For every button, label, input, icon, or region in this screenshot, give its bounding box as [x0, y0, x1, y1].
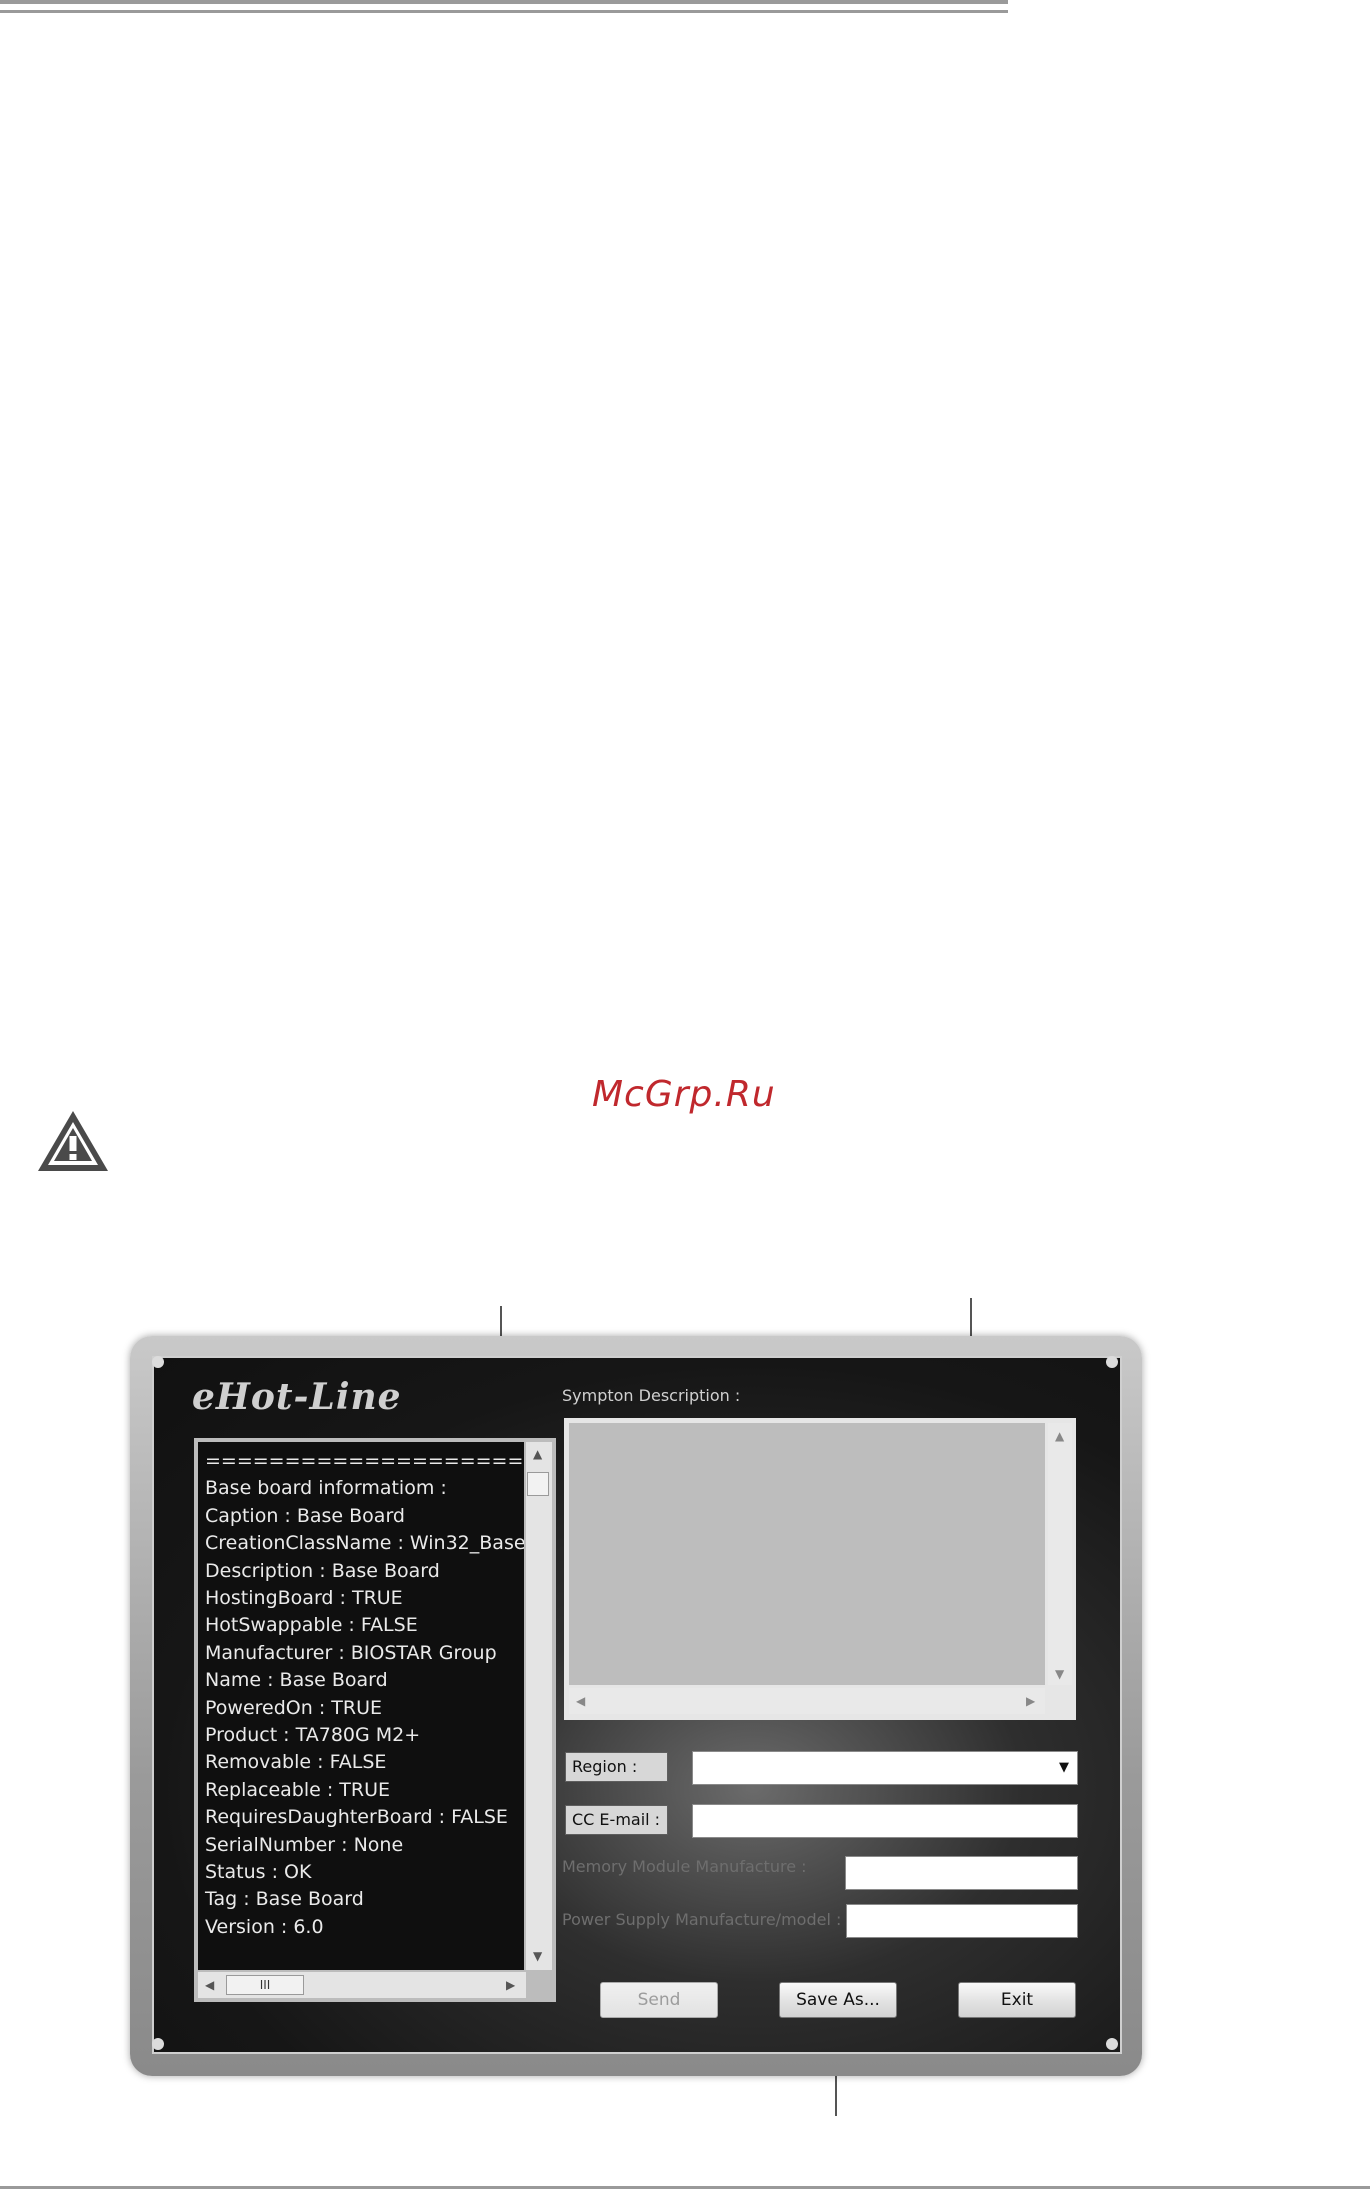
symptom-scroll-up-icon[interactable]: ▲: [1055, 1430, 1064, 1442]
send-button[interactable]: Send: [600, 1982, 718, 2018]
app-title: eHot-Line: [192, 1376, 402, 1418]
corner-screw-bl: [152, 2038, 164, 2050]
symptom-textarea[interactable]: [569, 1423, 1045, 1685]
scroll-right-icon[interactable]: ▶: [506, 1979, 515, 1991]
corner-screw-tr: [1106, 1356, 1118, 1368]
top-rule-thin: [0, 10, 1008, 13]
watermark: McGrp.Ru: [592, 1074, 776, 1115]
system-info-textbox[interactable]: ====================== Base board informa…: [198, 1442, 524, 1970]
save-as-button[interactable]: Save As...: [779, 1982, 897, 2018]
system-info-vscroll-thumb[interactable]: [527, 1472, 549, 1496]
system-info-vscroll[interactable]: [526, 1442, 552, 1970]
symptom-scroll-right-icon[interactable]: ▶: [1026, 1695, 1035, 1707]
system-info-line: CreationClassName : Win32_BaseB: [205, 1532, 524, 1555]
symptom-scroll-down-icon[interactable]: ▼: [1055, 1668, 1064, 1680]
system-info-line: Manufacturer : BIOSTAR Group: [205, 1641, 497, 1664]
scroll-left-icon[interactable]: ◀: [205, 1979, 214, 1991]
system-info-line: Removable : FALSE: [205, 1751, 387, 1774]
system-info-line: RequiresDaughterBoard : FALSE: [205, 1806, 508, 1829]
chevron-down-icon[interactable]: ▼: [1059, 1760, 1069, 1775]
system-info-line: HostingBoard : TRUE: [205, 1587, 403, 1609]
warning-triangle-icon: [38, 1111, 108, 1171]
system-info-line: HotSwappable : FALSE: [205, 1614, 418, 1637]
system-info-line: Product : TA780G M2+: [205, 1724, 421, 1746]
region-label: Region :: [565, 1752, 668, 1782]
system-info-line: Description : Base Board: [205, 1559, 440, 1582]
system-info-line: Base board informatiom :: [205, 1477, 447, 1500]
system-info-hscroll-thumb[interactable]: III: [226, 1975, 304, 1995]
system-info-line: Tag : Base Board: [205, 1888, 364, 1911]
cc-email-input[interactable]: [692, 1804, 1078, 1838]
power-supply-label: Power Supply Manufacture/model :: [562, 1910, 842, 1929]
system-info-line: Name : Base Board: [205, 1669, 388, 1692]
symptom-hscroll[interactable]: [569, 1688, 1045, 1714]
scroll-down-icon[interactable]: ▼: [533, 1950, 542, 1962]
top-rule-thick: [0, 0, 1008, 4]
system-info-line: Version : 6.0: [205, 1915, 324, 1938]
memory-manufacture-label: Memory Module Manufacture :: [562, 1857, 807, 1876]
corner-screw-tl: [152, 1356, 164, 1368]
corner-screw-br: [1106, 2038, 1118, 2050]
bottom-rule: [0, 2186, 1370, 2189]
system-info-line: Status : OK: [205, 1861, 312, 1883]
exit-button[interactable]: Exit: [958, 1982, 1076, 2018]
system-info-line: Caption : Base Board: [205, 1504, 405, 1527]
system-info-line: ======================: [205, 1450, 524, 1472]
memory-manufacture-input[interactable]: [845, 1856, 1078, 1890]
region-select[interactable]: ▼: [692, 1751, 1078, 1785]
scroll-up-icon[interactable]: ▲: [533, 1448, 542, 1460]
system-info-line: PoweredOn : TRUE: [205, 1696, 382, 1719]
symptom-vscroll[interactable]: [1048, 1423, 1072, 1685]
power-supply-input[interactable]: [846, 1904, 1078, 1938]
symptom-scroll-left-icon[interactable]: ◀: [576, 1695, 585, 1707]
system-info-line: Replaceable : TRUE: [205, 1778, 391, 1801]
cc-email-label: CC E-mail :: [565, 1805, 668, 1835]
system-info-line: SerialNumber : None: [205, 1833, 404, 1856]
symptom-label: Sympton Description :: [562, 1386, 741, 1405]
